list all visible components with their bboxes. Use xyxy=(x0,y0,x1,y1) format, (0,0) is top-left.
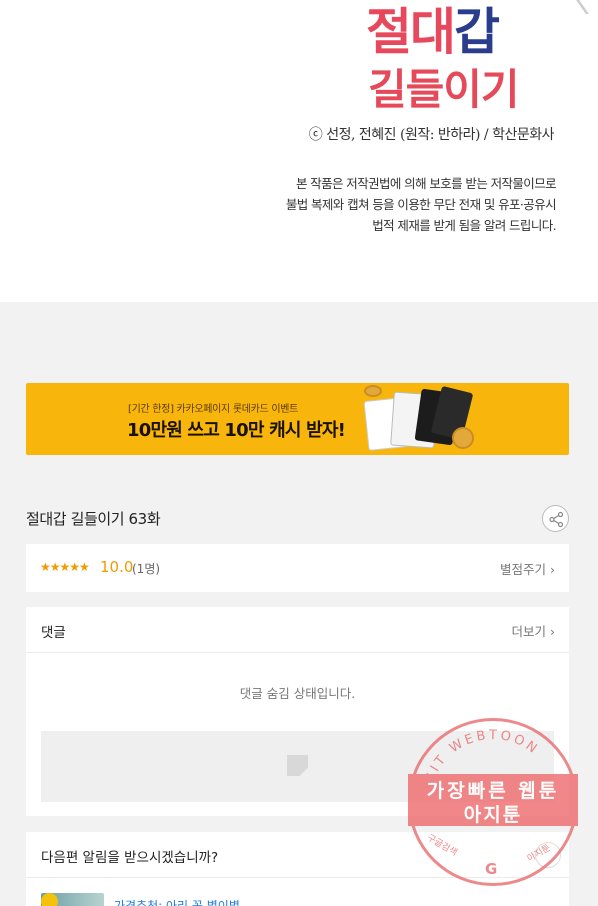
comment-header: 댓글 더보기 › xyxy=(26,607,569,653)
rating-stars: ★★★★★ xyxy=(40,560,90,574)
rating-count: (1명) xyxy=(132,562,161,576)
ad-placeholder-icon xyxy=(287,755,308,776)
ad-placeholder xyxy=(41,731,554,802)
share-icon xyxy=(549,511,564,528)
alert-toggle-button[interactable] xyxy=(535,842,561,868)
comment-hidden-message: 댓글 숨김 상태입니다. xyxy=(239,686,356,701)
rate-button[interactable]: 별점주기 › xyxy=(500,559,555,578)
rating-score: 10.0 xyxy=(100,558,134,576)
comment-panel: 댓글 더보기 › 댓글 숨김 상태입니다. xyxy=(26,607,569,816)
banner-subtitle: [기간 한정] 카카오페이지 롯데카드 이벤트 xyxy=(128,404,299,415)
comment-label: 댓글 xyxy=(41,625,66,641)
copyright-notice: 본 작품은 저작권법에 의해 보호를 받는 저작물이므로 불법 복제와 캡쳐 등… xyxy=(285,173,557,236)
banner-headline: 10만원 쓰고 10만 캐시 받자! xyxy=(127,420,346,441)
rating-panel: ★★★★★ 10.0 (1명) 별점주기 › xyxy=(26,544,569,592)
next-episode-link[interactable]: 가격추천: 아리 꼭 별이별 xyxy=(114,897,240,906)
comic-last-panel: 절대갑 길들이기 ⓒ 선정, 전혜진 (원작: 반하라) / 학산문화사 본 작… xyxy=(0,0,598,302)
event-banner[interactable]: [기간 한정] 카카오페이지 롯데카드 이벤트 10만원 쓰고 10만 캐시 받… xyxy=(26,383,569,455)
title-logo-line2: 길들이기 xyxy=(368,65,520,114)
copyright-line: 법적 제재를 받게 됨을 알려 드립니다. xyxy=(372,218,556,233)
coin-graphic xyxy=(452,427,474,449)
next-episode-thumbnail[interactable] xyxy=(41,893,104,906)
corner-decoration xyxy=(557,0,589,14)
alert-label: 다음편 알림을 받으시겠습니까? xyxy=(41,850,219,866)
alert-header: 다음편 알림을 받으시겠습니까? xyxy=(26,832,569,878)
copyright-line: 불법 복제와 캡쳐 등을 이용한 무단 전재 및 유포·공유시 xyxy=(285,197,557,212)
comic-title-logo: 절대갑 길들이기 xyxy=(360,0,560,114)
comment-more-button[interactable]: 더보기 › xyxy=(512,621,555,640)
next-episode-alert-panel: 다음편 알림을 받으시겠습니까? 가격추천: 아리 꼭 별이별 xyxy=(26,832,569,906)
copyright-line: 본 작품은 저작권법에 의해 보호를 받는 저작물이므로 xyxy=(295,176,557,191)
coin-graphic xyxy=(364,385,382,397)
comic-credits: ⓒ 선정, 전혜진 (원작: 반하라) / 학산문화사 xyxy=(308,127,555,143)
episode-title: 절대갑 길들이기 63화 xyxy=(26,510,161,528)
clock-badge-icon xyxy=(41,893,58,906)
share-button[interactable] xyxy=(542,505,569,532)
title-logo-line1: 절대갑 xyxy=(366,3,500,61)
